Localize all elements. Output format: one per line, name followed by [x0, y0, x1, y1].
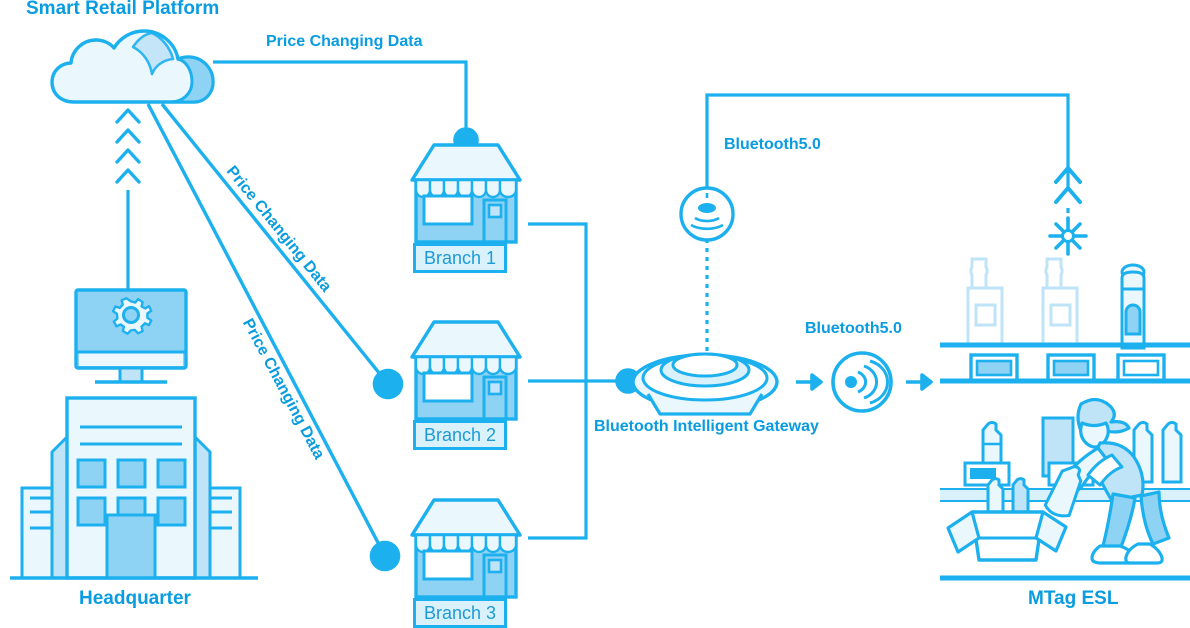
- headquarter-building-icon: [10, 396, 258, 580]
- gateway-dish-icon: [631, 352, 779, 416]
- signal-waves-circle-icon: [831, 351, 893, 413]
- connector-label-price-top: Price Changing Data: [266, 33, 423, 50]
- branch-label-2[interactable]: Branch 2: [413, 420, 507, 450]
- page-title: Smart Retail Platform: [26, 0, 220, 19]
- arrow-right-relay-to-shelf-icon: [906, 373, 933, 391]
- gateway-label: Bluetooth Intelligent Gateway: [594, 418, 819, 435]
- branch-label-1[interactable]: Branch 1: [413, 243, 507, 273]
- connector-branch-bus: [528, 222, 641, 540]
- esl-label: MTag ESL: [1028, 588, 1119, 609]
- headquarter-label: Headquarter: [79, 588, 191, 609]
- chevron-up-arrows-hq-icon: [115, 108, 141, 290]
- connector-cloud-to-branch2: [160, 102, 404, 400]
- storefront-icon-branch1: [410, 143, 522, 244]
- esl-price-tag-3: [1116, 353, 1166, 383]
- diagram-vector-layer: [10, 29, 1190, 599]
- diagram-canvas: Smart Retail Platform Price Changing Dat…: [0, 0, 1190, 628]
- storefront-icon-branch3: [410, 498, 522, 599]
- branch-label-3[interactable]: Branch 3: [413, 598, 507, 628]
- connector-cloud-to-branch1: [213, 60, 479, 153]
- broadcast-circle-icon: [679, 186, 735, 242]
- storefront-icon-branch2: [410, 320, 522, 421]
- headquarter-monitor-icon: [74, 288, 188, 384]
- shelf-bottle-1: [966, 257, 1004, 347]
- starburst-icon: [1048, 216, 1088, 256]
- shelf-bottle-3: [1120, 263, 1146, 350]
- shelf-bottle-2: [1041, 257, 1079, 347]
- cloud-icon: [50, 29, 215, 104]
- connector-label-bluetooth-top: Bluetooth5.0: [724, 136, 821, 153]
- retail-shelf-icon: [940, 257, 1190, 581]
- esl-price-tag-2: [1046, 353, 1096, 383]
- arrow-right-gateway-to-relay-icon: [796, 373, 823, 391]
- esl-price-tag-1: [969, 353, 1019, 383]
- esl-price-tag-lower-1: [963, 461, 1011, 487]
- connector-label-bluetooth-mid: Bluetooth5.0: [805, 320, 902, 337]
